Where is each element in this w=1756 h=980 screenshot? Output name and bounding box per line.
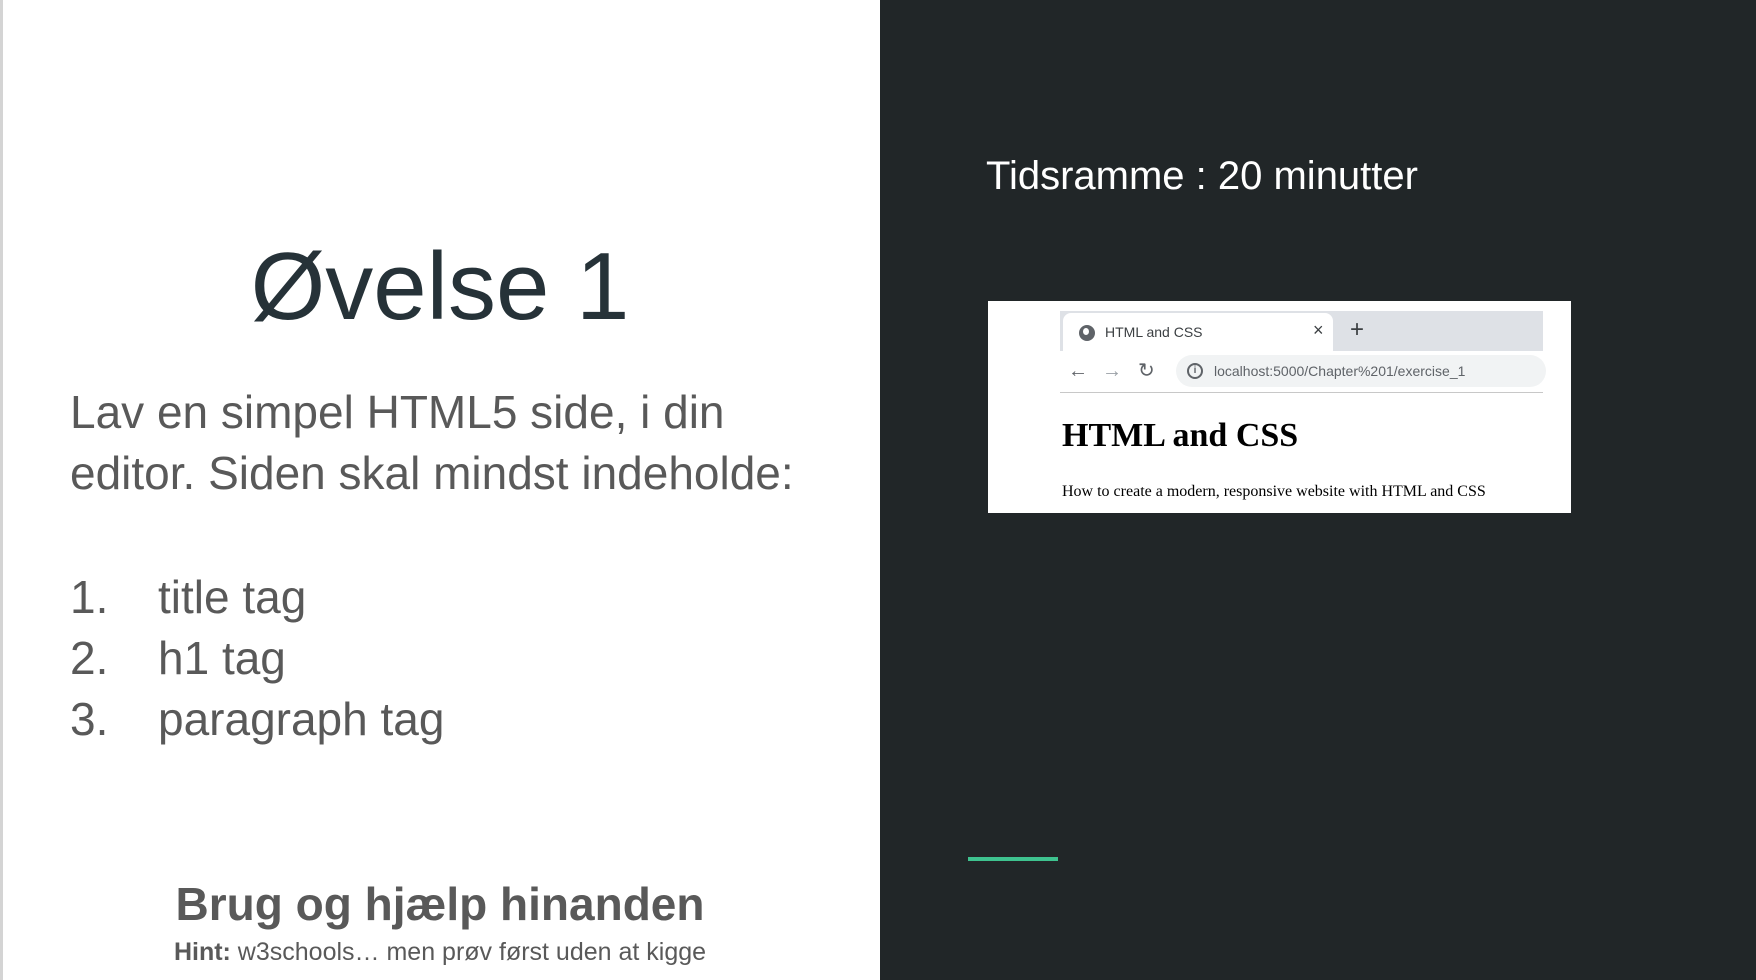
info-icon: i: [1187, 363, 1203, 379]
back-arrow-icon: ←: [1068, 360, 1088, 382]
hint-label: Hint:: [173, 938, 231, 966]
list-item-number: 1.: [70, 571, 109, 623]
accent-line: [968, 857, 1058, 861]
reload-icon: ↻: [1138, 360, 1155, 382]
slide-left-panel: Øvelse 1 Lav en simpel HTML5 side, i din…: [0, 0, 880, 980]
timeframe-text: Tidsramme : 20 minutter: [986, 154, 1418, 198]
list-item-number: 2.: [70, 632, 109, 684]
help-heading: Brug og hjælp hinanden: [175, 878, 705, 930]
list-item-text: h1 tag: [158, 632, 286, 684]
page-paragraph: How to create a modern, responsive websi…: [1062, 483, 1486, 500]
address-bar: i localhost:5000/Chapter%201/exercise_1: [1176, 355, 1546, 387]
list-item: 1. title tag: [70, 567, 830, 628]
browser-tab-bar: HTML and CSS × +: [1060, 311, 1543, 351]
close-icon: ×: [1313, 320, 1324, 340]
list-item: 2. h1 tag: [70, 628, 830, 689]
requirements-list: 1. title tag 2. h1 tag 3. paragraph tag: [70, 567, 830, 750]
hint-text: w3schools… men prøv først uden at kigge: [230, 938, 707, 966]
plus-icon: +: [1350, 316, 1365, 343]
browser-nav-bar: ← → ↻ i localhost:5000/Chapter%201/exerc…: [1060, 351, 1546, 393]
slide-edge: [0, 0, 3, 980]
globe-icon: [1079, 325, 1095, 341]
list-item-text: paragraph tag: [158, 693, 445, 745]
browser-tab-title: HTML and CSS: [1105, 324, 1203, 340]
hint-line: Hint: w3schools… men prøv først uden at …: [0, 936, 880, 968]
browser-tab: HTML and CSS ×: [1063, 313, 1333, 351]
page-heading: HTML and CSS: [1062, 417, 1299, 454]
list-item-text: title tag: [158, 571, 307, 623]
list-item: 3. paragraph tag: [70, 689, 830, 750]
instructions-text: Lav en simpel HTML5 side, i din editor. …: [70, 386, 794, 499]
slide-title: Øvelse 1: [250, 233, 630, 340]
list-item-number: 3.: [70, 693, 109, 745]
forward-arrow-icon: →: [1102, 360, 1122, 382]
browser-screenshot: HTML and CSS × + ← → ↻ i localhost:5000/…: [988, 301, 1571, 513]
address-url: localhost:5000/Chapter%201/exercise_1: [1214, 363, 1466, 379]
